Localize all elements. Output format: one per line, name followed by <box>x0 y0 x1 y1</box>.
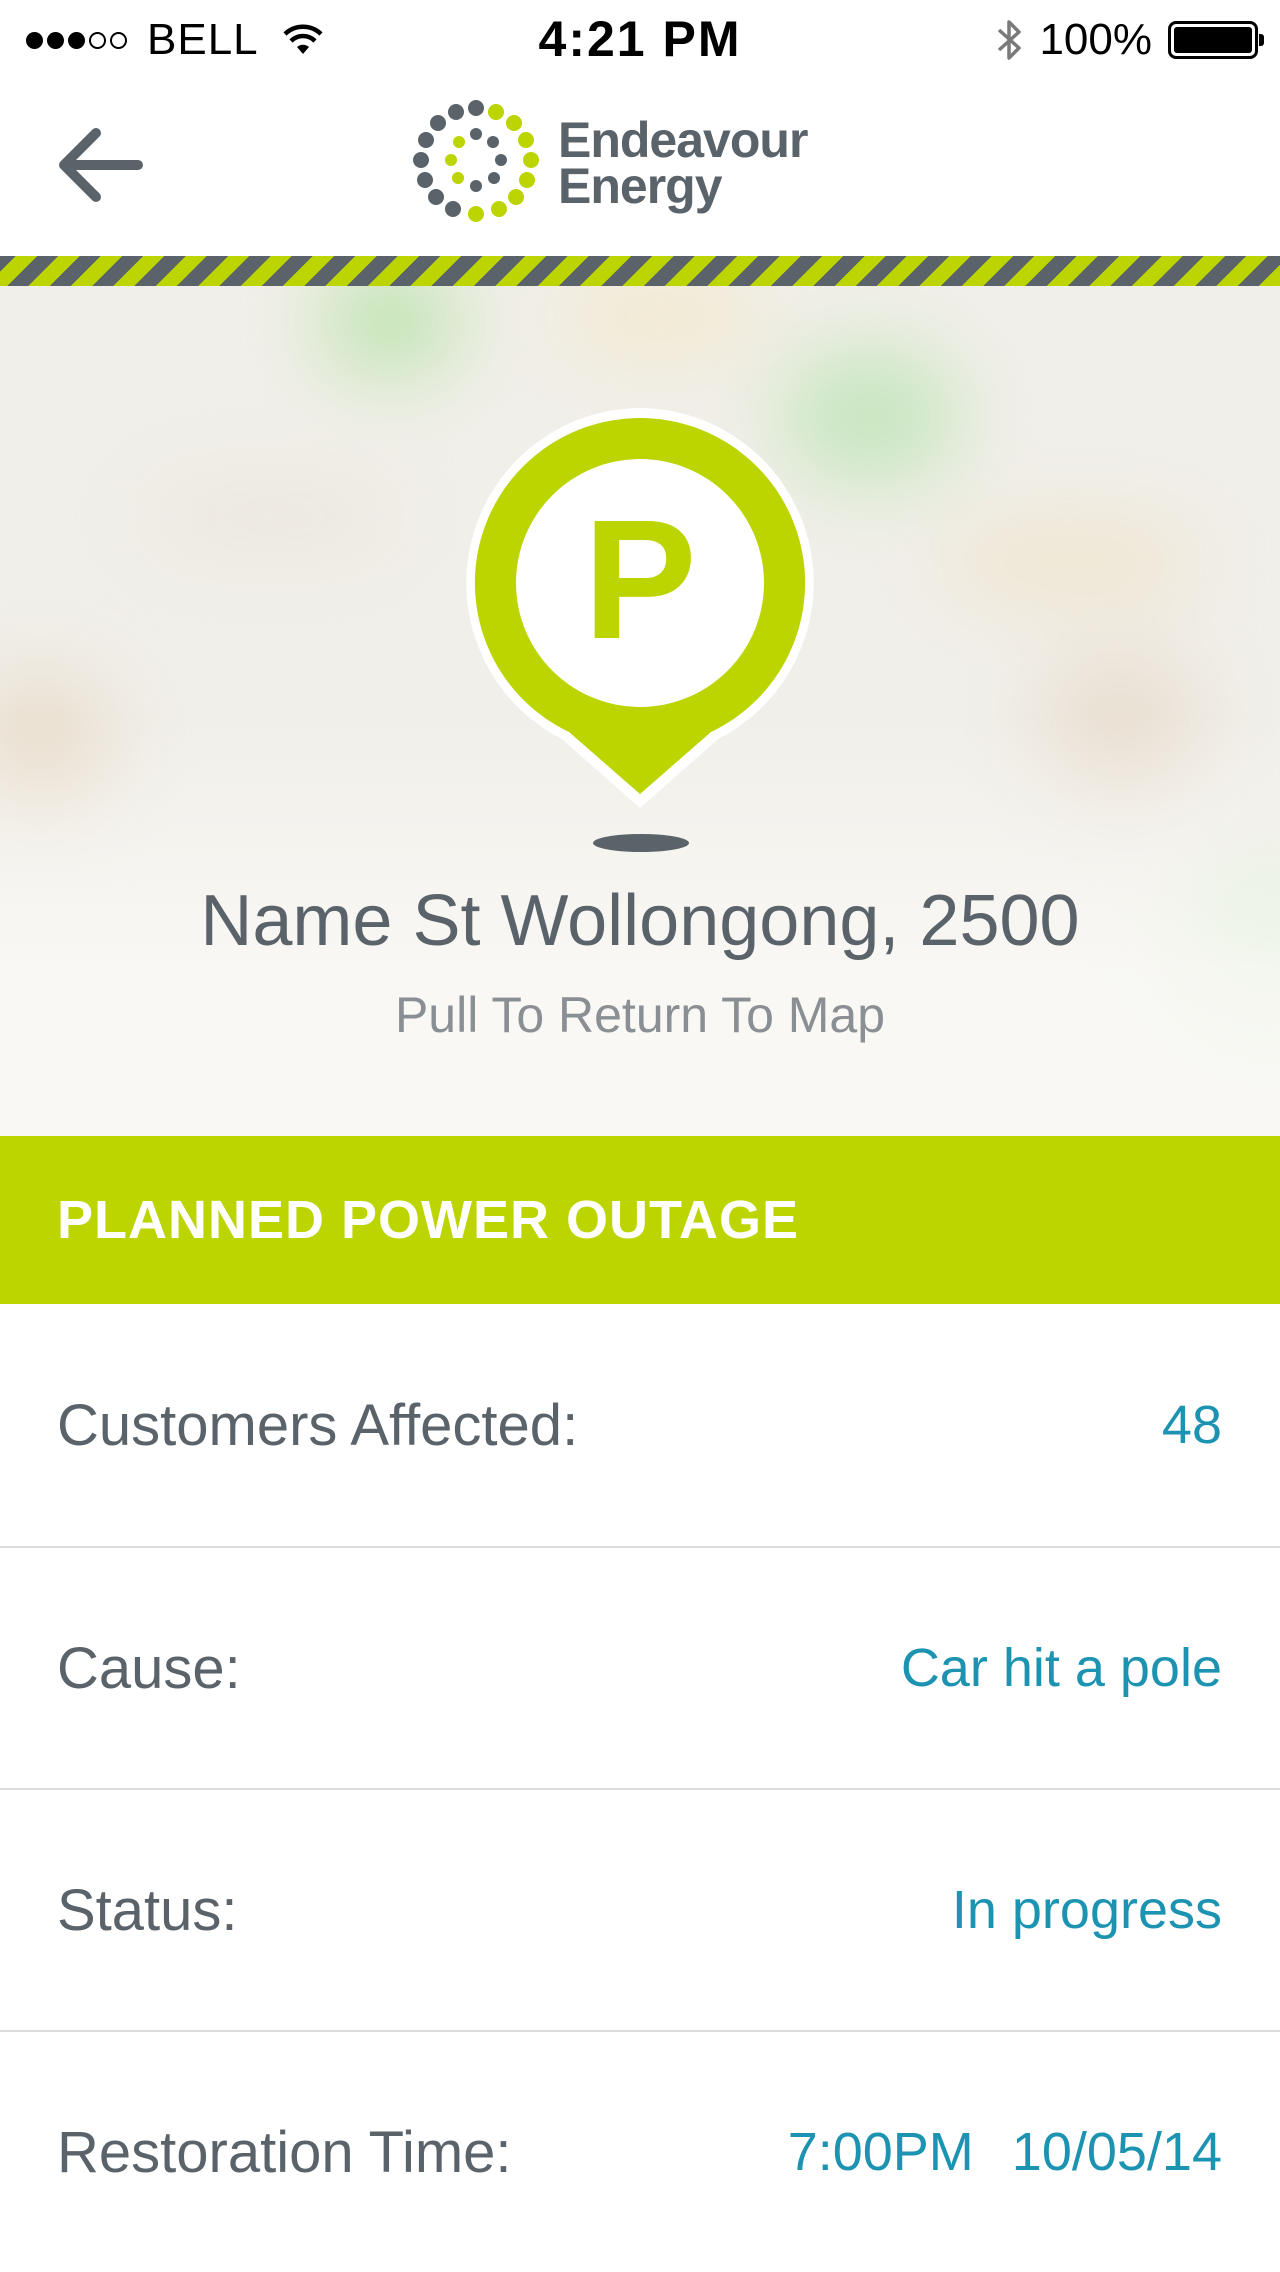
battery-icon <box>1168 21 1264 59</box>
customers-affected-row: Customers Affected: 48 <box>0 1304 1280 1546</box>
status-label: Status: <box>57 1877 238 1943</box>
restoration-time-value: 7:00PM <box>787 2122 974 2182</box>
hazard-stripe <box>0 256 1280 286</box>
brand-line2: Energy <box>558 158 723 214</box>
outage-type-banner: PLANNED POWER OUTAGE <box>0 1136 1280 1304</box>
brand-name: Endeavour Energy <box>558 112 808 214</box>
cause-row: Cause: Car hit a pole <box>0 1548 1280 1788</box>
arrow-left-icon <box>59 128 143 202</box>
nav-header: Endeavour Energy <box>0 80 1280 256</box>
outage-address: Name St Wollongong, 2500 <box>200 881 1080 961</box>
status-value: In progress <box>951 1880 1222 1940</box>
map-pin-icon: P <box>466 408 814 808</box>
pin-shadow <box>593 834 689 852</box>
restoration-time-values: 7:00PM 10/05/14 <box>788 2121 1222 2183</box>
battery-percent: 100% <box>1039 15 1152 64</box>
restoration-time-label: Restoration Time: <box>57 2119 512 2185</box>
cause-value: Car hit a pole <box>900 1638 1222 1698</box>
outage-type-title: PLANNED POWER OUTAGE <box>57 1190 800 1250</box>
cause-label: Cause: <box>57 1635 241 1701</box>
pin-letter: P <box>583 485 696 675</box>
status-bar: BELL 4:21 PM 100% <box>0 0 1280 80</box>
brand-line1: Endeavour <box>558 112 808 168</box>
customers-affected-value: 48 <box>1161 1395 1222 1455</box>
logo-dots-icon <box>413 100 539 222</box>
brand-logo: Endeavour Energy <box>404 98 808 228</box>
bluetooth-icon <box>998 20 1022 60</box>
status-bar-right: 100% <box>995 14 1264 66</box>
restoration-time-row: Restoration Time: 7:00PM 10/05/14 <box>0 2032 1280 2272</box>
pull-to-return-hint[interactable]: Pull To Return To Map <box>0 986 1280 1044</box>
restoration-date-value: 10/05/14 <box>1011 2122 1222 2182</box>
customers-affected-label: Customers Affected: <box>57 1392 579 1458</box>
map-preview[interactable]: P Name St Wollongong, 2500 Pull To Retur… <box>0 286 1280 1136</box>
back-button[interactable] <box>50 120 150 210</box>
status-row: Status: In progress <box>0 1790 1280 2030</box>
